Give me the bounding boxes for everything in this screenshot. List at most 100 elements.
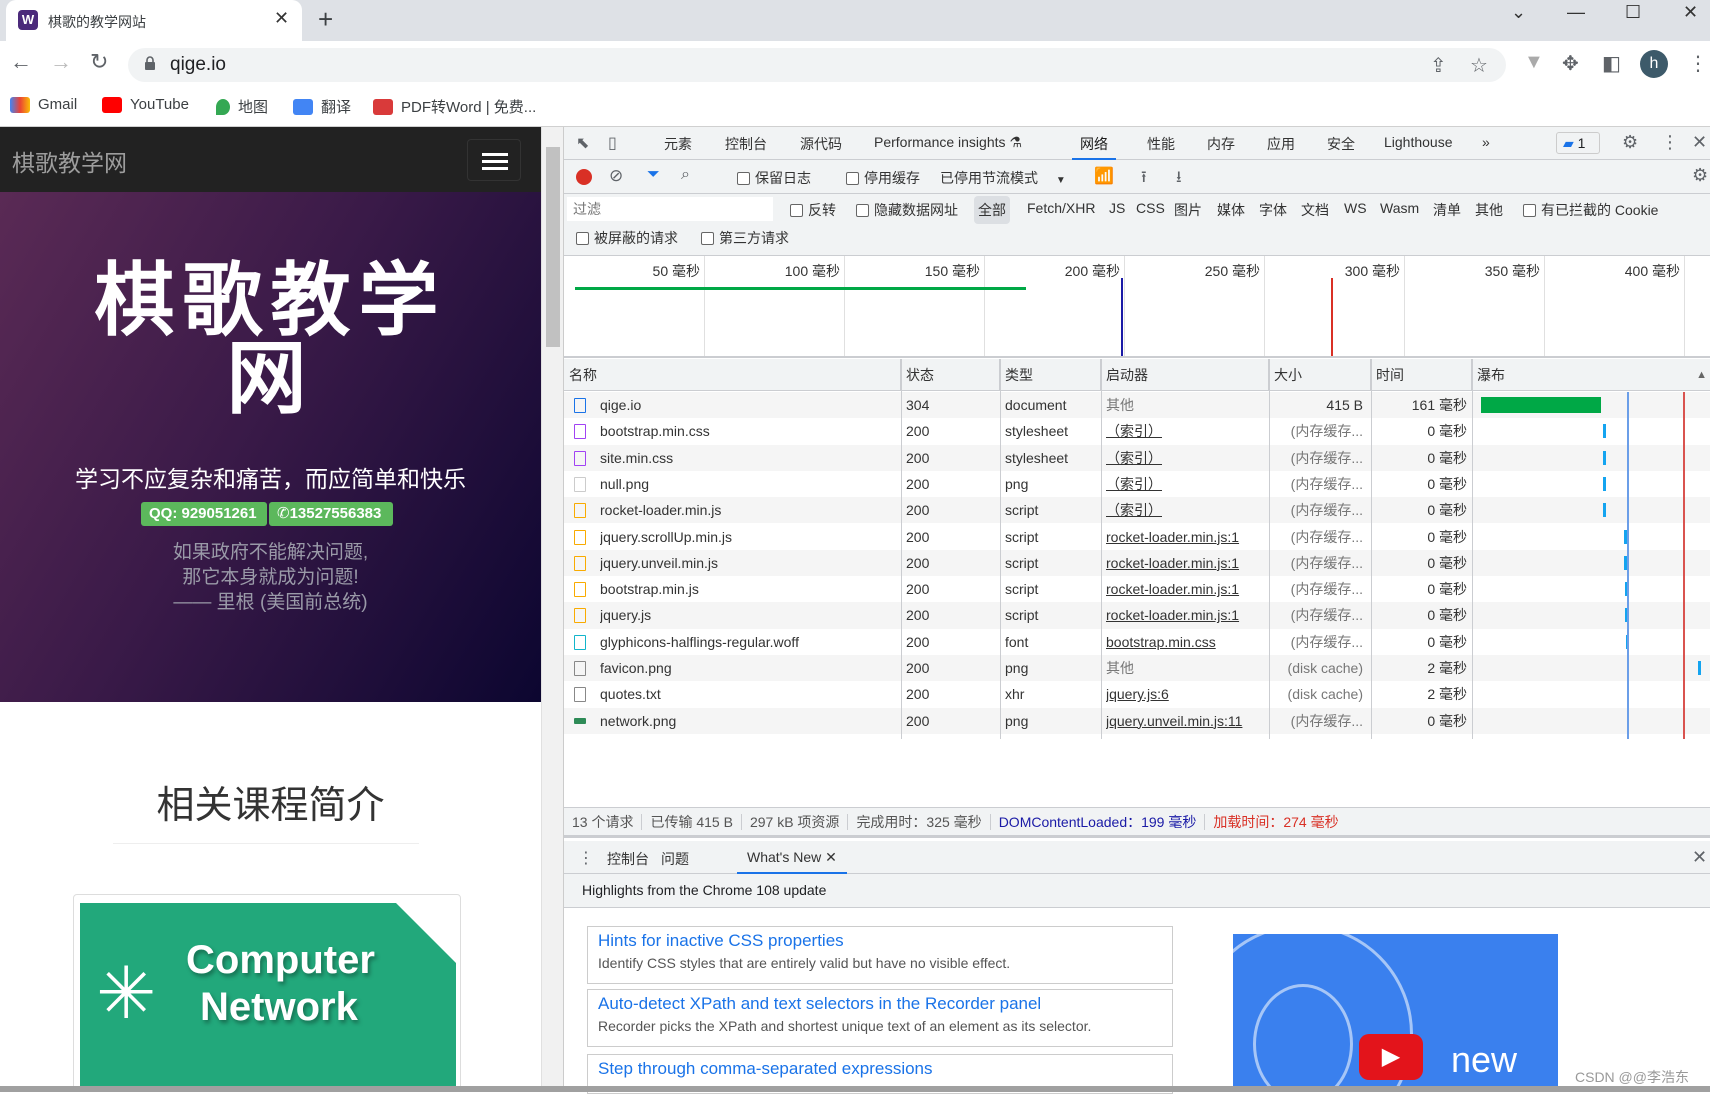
close-drawer-icon[interactable]: ✕ [1692, 847, 1707, 868]
hide-data-urls-checkbox[interactable]: 隐藏数据网址 [856, 200, 958, 220]
search-icon[interactable]: ⌕ [681, 166, 690, 184]
close-tab-icon[interactable]: ✕ [274, 8, 289, 29]
drawer-tab-whats-new[interactable]: What's New ✕ [737, 841, 847, 874]
reload-icon[interactable]: ↻ [90, 49, 108, 75]
more-tabs-button[interactable]: » [1482, 134, 1490, 150]
site-brand[interactable]: 棋歌教学网 [12, 144, 127, 178]
request-initiator[interactable]: （索引） [1106, 471, 1266, 497]
chrome-menu-icon[interactable]: ⋮ [1688, 51, 1708, 76]
column-header-size[interactable]: 大小 [1269, 359, 1371, 391]
devtools-menu-icon[interactable]: ⋮ [1661, 132, 1679, 153]
column-header-name[interactable]: 名称 [564, 359, 901, 391]
request-name[interactable]: bootstrap.min.js [600, 576, 890, 602]
request-initiator[interactable]: jquery.js:6 [1106, 681, 1266, 707]
tab-security[interactable]: 安全 [1327, 134, 1355, 154]
request-name[interactable]: site.min.css [600, 445, 890, 471]
filter-type-css[interactable]: CSS [1136, 200, 1165, 216]
bookmark-star-icon[interactable]: ☆ [1470, 53, 1488, 78]
filter-type-fetch-xhr[interactable]: Fetch/XHR [1027, 200, 1095, 216]
close-tab-icon[interactable]: ✕ [825, 849, 837, 865]
request-row[interactable]: bootstrap.min.css 200 stylesheet （索引） (内存缓存.… [564, 418, 1710, 444]
request-row[interactable]: qige.io 304 document 其他 415 B 161 毫秒 [564, 392, 1710, 419]
column-header-status[interactable]: 状态 [901, 359, 1000, 391]
tab-sources[interactable]: 源代码 [800, 134, 842, 154]
filter-type-font[interactable]: 字体 [1259, 200, 1287, 220]
request-initiator[interactable]: （索引） [1106, 418, 1266, 444]
waterfall-bar[interactable] [1697, 661, 1701, 675]
tab-performance-insights[interactable]: Performance insights ⚗ [874, 134, 1022, 151]
tab-elements[interactable]: 元素 [664, 134, 692, 154]
waterfall-bar[interactable] [1602, 476, 1606, 491]
browser-tab[interactable]: W 棋歌的教学网站 ✕ [6, 0, 302, 41]
side-panel-icon[interactable]: ◧ [1602, 51, 1621, 76]
filter-type-manifest[interactable]: 清单 [1433, 200, 1461, 220]
request-name[interactable]: glyphicons-halflings-regular.woff [600, 629, 890, 655]
back-icon[interactable]: ← [10, 49, 32, 75]
filter-input[interactable] [567, 197, 773, 221]
request-row[interactable]: jquery.scrollUp.min.js 200 script rocket-lo… [564, 524, 1710, 550]
whats-new-card[interactable]: Hints for inactive CSS properties Identif… [587, 926, 1173, 984]
request-initiator[interactable]: rocket-loader.min.js:1 [1106, 550, 1266, 576]
device-toolbar-icon[interactable]: ▯ [608, 133, 617, 153]
filter-type-img[interactable]: 图片 [1174, 200, 1202, 220]
blocked-requests-checkbox[interactable]: 被屏蔽的请求 [576, 228, 678, 248]
request-name[interactable]: null.png [600, 471, 890, 497]
vue-devtools-extension-icon[interactable]: ▼ [1524, 51, 1544, 74]
settings-gear-icon[interactable]: ⚙ [1622, 132, 1638, 153]
computer-network-image[interactable]: ✳ Computer Network [80, 903, 456, 1092]
hamburger-menu-button[interactable] [467, 139, 521, 181]
request-name[interactable]: jquery.scrollUp.min.js [600, 524, 890, 550]
url-text[interactable]: qige.io [170, 54, 226, 76]
network-conditions-icon[interactable]: 📶 [1094, 166, 1114, 186]
filter-funnel-icon[interactable]: ⏷ [647, 166, 660, 184]
drawer-tab-console[interactable]: 控制台 [607, 849, 649, 869]
request-row[interactable]: jquery.unveil.min.js 200 script rocket-load… [564, 549, 1710, 577]
network-overview-timeline[interactable]: 50 毫秒 100 毫秒 150 毫秒 200 毫秒 250 毫秒 300 毫秒 350 毫… [564, 256, 1710, 358]
maximize-icon[interactable]: ☐ [1625, 2, 1641, 23]
bookmark-pdf[interactable]: PDF转Word | 免费... [373, 96, 536, 117]
request-row[interactable]: quotes.txt 200 xhr jquery.js:6 (disk cache) 2… [564, 681, 1710, 707]
column-header-waterfall[interactable]: 瀑布 ▲ [1472, 359, 1710, 391]
request-row[interactable]: site.min.css 200 stylesheet （索引） (内存缓存... 0 毫… [564, 444, 1710, 471]
throttling-select[interactable]: 已停用节流模式 ▼ [940, 168, 1066, 188]
bookmark-translate[interactable]: 翻译 [293, 96, 351, 117]
filter-type-ws[interactable]: WS [1344, 200, 1367, 216]
disable-cache-checkbox[interactable]: 停用缓存 [846, 168, 920, 188]
request-name[interactable]: rocket-loader.min.js [600, 497, 890, 523]
filter-type-doc[interactable]: 文档 [1301, 200, 1329, 220]
request-row[interactable]: null.png 200 png （索引） (内存缓存... 0 毫秒 [564, 471, 1710, 497]
record-button[interactable] [576, 169, 592, 185]
request-row[interactable]: bootstrap.min.js 200 script rocket-loader.m… [564, 576, 1710, 602]
profile-avatar[interactable]: h [1640, 50, 1668, 78]
share-icon[interactable]: ⇪ [1430, 53, 1447, 78]
bookmark-youtube[interactable]: YouTube [102, 96, 189, 113]
address-bar[interactable]: qige.io ⇪ ☆ [128, 48, 1506, 82]
bookmark-gmail[interactable]: Gmail [10, 96, 77, 113]
drawer-menu-icon[interactable]: ⋮ [578, 848, 594, 868]
tab-application[interactable]: 应用 [1267, 134, 1295, 154]
request-initiator[interactable]: （索引） [1106, 445, 1266, 471]
drawer-tab-issues[interactable]: 问题 [661, 849, 689, 869]
waterfall-bar[interactable] [1603, 503, 1607, 518]
column-header-initiator[interactable]: 启动器 [1101, 359, 1269, 391]
request-name[interactable]: favicon.png [600, 655, 890, 681]
request-name[interactable]: jquery.js [600, 602, 890, 628]
whats-new-video-thumbnail[interactable]: ▶ new [1233, 934, 1558, 1092]
import-har-icon[interactable]: ⭱ [1141, 166, 1147, 193]
request-name[interactable]: jquery.unveil.min.js [600, 550, 890, 576]
tab-search-icon[interactable]: ⌄ [1511, 2, 1526, 23]
third-party-checkbox[interactable]: 第三方请求 [701, 228, 789, 248]
request-row[interactable]: jquery.js 200 script rocket-loader.min.js:1… [564, 602, 1710, 629]
close-devtools-icon[interactable]: ✕ [1692, 132, 1707, 153]
filter-type-other[interactable]: 其他 [1475, 200, 1503, 220]
export-har-icon[interactable]: ⭳ [1176, 166, 1182, 193]
request-row[interactable]: network.png 200 png jquery.unveil.min.js:11… [564, 707, 1710, 734]
tab-memory[interactable]: 内存 [1207, 134, 1235, 154]
request-row[interactable]: glyphicons-halflings-regular.woff 200 font… [564, 629, 1710, 655]
whats-new-card[interactable]: Auto-detect XPath and text selectors in … [587, 989, 1173, 1047]
bookmark-maps[interactable]: 地图 [216, 96, 268, 117]
filter-type-all[interactable]: 全部 [974, 196, 1010, 224]
page-scrollbar[interactable] [541, 127, 563, 1092]
tab-lighthouse[interactable]: Lighthouse [1384, 134, 1453, 150]
issues-badge[interactable]: ▰ 1 [1556, 132, 1600, 154]
